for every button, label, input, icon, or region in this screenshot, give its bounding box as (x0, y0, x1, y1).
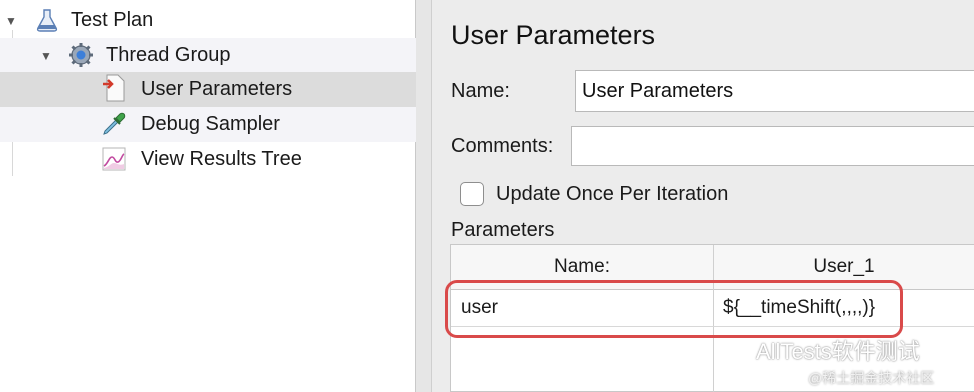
page-title: User Parameters (451, 20, 656, 50)
wechat-logo-icon (724, 340, 750, 360)
watermark-subtext: @稀土掘金技术社区 (808, 370, 935, 386)
row-divider (451, 326, 974, 327)
results-chart-icon (101, 146, 127, 172)
tree-item-label: Debug Sampler (141, 113, 280, 135)
tree-item-debug-sampler[interactable]: Debug Sampler (0, 107, 416, 142)
table-cell-name[interactable]: user (451, 290, 713, 326)
table-cell-user-1[interactable]: ${__timeShift(,,,,)} (713, 290, 974, 326)
tree-item-user-parameters[interactable]: User Parameters (0, 72, 416, 107)
comments-label: Comments: (451, 135, 554, 157)
column-header-user-1[interactable]: User_1 (713, 245, 974, 290)
expand-triangle-icon[interactable]: ▼ (4, 14, 18, 28)
comments-field[interactable] (571, 126, 974, 166)
tree-item-view-results-tree[interactable]: View Results Tree (0, 142, 416, 177)
tree-item-label: Test Plan (71, 9, 154, 31)
tree-item-label: Thread Group (106, 44, 231, 66)
update-once-label: Update Once Per Iteration (496, 183, 729, 205)
tree-item-label: View Results Tree (141, 148, 302, 170)
name-field[interactable]: User Parameters (575, 70, 974, 112)
update-once-checkbox[interactable] (460, 182, 484, 206)
tree-item-label: User Parameters (141, 78, 293, 100)
split-pane-divider[interactable] (416, 0, 432, 392)
name-label: Name: (451, 80, 510, 102)
column-header-name[interactable]: Name: (451, 245, 713, 290)
watermark-line: AllTests软件测试 (724, 334, 934, 366)
watermark: AllTests软件测试 @稀土掘金技术社区 (724, 334, 934, 388)
test-plan-tree: ▼ Test Plan ▼ Thread Group User Paramete… (0, 0, 416, 392)
parameters-label: Parameters (451, 219, 555, 241)
tree-item-test-plan[interactable]: ▼ Test Plan (0, 3, 416, 38)
tree-item-thread-group[interactable]: ▼ Thread Group (0, 38, 416, 73)
user-parameters-icon (101, 74, 127, 102)
watermark-text: AllTests软件测试 (756, 339, 920, 364)
expand-triangle-icon[interactable]: ▼ (39, 49, 53, 63)
flask-icon (34, 7, 60, 33)
gear-icon (68, 42, 94, 68)
dropper-icon (101, 111, 127, 137)
